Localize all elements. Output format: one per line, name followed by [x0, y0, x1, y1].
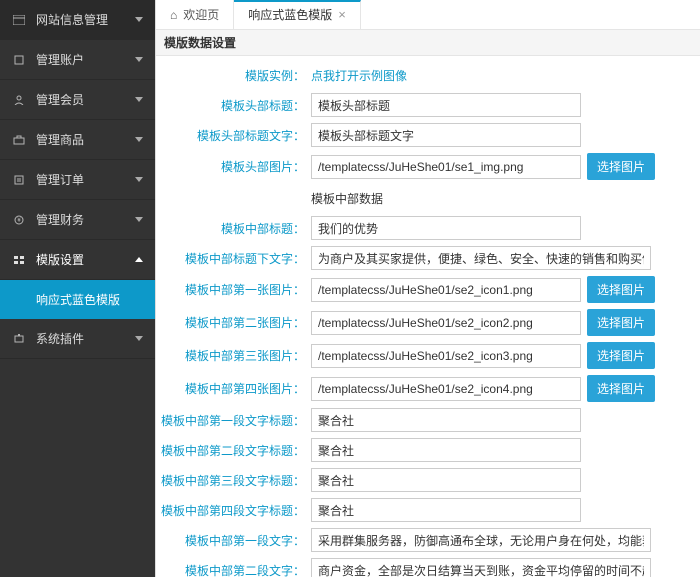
input-mid-t1[interactable] [311, 408, 581, 432]
order-icon [12, 175, 26, 185]
input-mid-img1[interactable] [311, 278, 581, 302]
input-mid-t4[interactable] [311, 498, 581, 522]
label-header-img: 模板头部图片： [156, 158, 311, 175]
input-mid-img4[interactable] [311, 377, 581, 401]
label-mid-t1: 模板中部第一段文字标题： [156, 412, 311, 429]
menu-label: 管理财务 [36, 211, 135, 228]
sidebar-subitem-responsive-blue[interactable]: 响应式蓝色模版 [0, 280, 155, 319]
label-mid-t4: 模板中部第四段文字标题： [156, 502, 311, 519]
site-icon [12, 15, 26, 25]
chevron-up-icon [135, 257, 143, 262]
input-header-title[interactable] [311, 93, 581, 117]
menu-label: 管理商品 [36, 131, 135, 148]
sidebar-item-finance[interactable]: ¥ 管理财务 [0, 200, 155, 240]
menu-label: 模版设置 [36, 251, 135, 268]
close-icon[interactable]: × [338, 8, 346, 21]
tab-welcome[interactable]: ⌂ 欢迎页 [156, 0, 234, 29]
sidebar-item-members[interactable]: 管理会员 [0, 80, 155, 120]
input-mid-title[interactable] [311, 216, 581, 240]
chevron-down-icon [135, 217, 143, 222]
account-icon [12, 55, 26, 65]
input-header-sub[interactable] [311, 123, 581, 147]
tab-label: 欢迎页 [183, 6, 219, 23]
label-mid-img2: 模板中部第二张图片： [156, 314, 311, 331]
btn-select-mid-img4[interactable]: 选择图片 [587, 375, 655, 402]
sidebar: 网站信息管理 管理账户 管理会员 管理商品 管理订单 ¥ 管理财务 [0, 0, 155, 577]
sidebar-item-orders[interactable]: 管理订单 [0, 160, 155, 200]
sidebar-item-products[interactable]: 管理商品 [0, 120, 155, 160]
form-area: 模版实例： 点我打开示例图像 模板头部标题： 模板头部标题文字： 模板头部图片：… [156, 56, 700, 577]
label-mid-p1: 模板中部第一段文字： [156, 532, 311, 549]
plugin-icon [12, 334, 26, 344]
product-icon [12, 135, 26, 145]
menu-label: 系统插件 [36, 330, 135, 347]
label-mid-img1: 模板中部第一张图片： [156, 281, 311, 298]
btn-select-mid-img3[interactable]: 选择图片 [587, 342, 655, 369]
input-mid-img3[interactable] [311, 344, 581, 368]
btn-select-header-img[interactable]: 选择图片 [587, 153, 655, 180]
label-mid-title-sub: 模板中部标题下文字： [156, 250, 311, 267]
sidebar-item-site-info[interactable]: 网站信息管理 [0, 0, 155, 40]
label-mid-title: 模板中部标题： [156, 220, 311, 237]
menu-label: 管理账户 [36, 51, 135, 68]
tab-label: 响应式蓝色模版 [248, 6, 332, 23]
btn-select-mid-img1[interactable]: 选择图片 [587, 276, 655, 303]
label-mid-t3: 模板中部第三段文字标题： [156, 472, 311, 489]
input-mid-t3[interactable] [311, 468, 581, 492]
input-mid-p1[interactable] [311, 528, 651, 552]
mid-section-label: 模板中部数据 [311, 190, 383, 207]
chevron-down-icon [135, 57, 143, 62]
input-mid-title-sub[interactable] [311, 246, 651, 270]
tab-bar: ⌂ 欢迎页 响应式蓝色模版 × [156, 0, 700, 30]
home-icon: ⌂ [170, 8, 177, 22]
chevron-down-icon [135, 177, 143, 182]
input-mid-t2[interactable] [311, 438, 581, 462]
main-content: ⌂ 欢迎页 响应式蓝色模版 × 模版数据设置 模版实例： 点我打开示例图像 模板… [155, 0, 700, 577]
menu-label: 管理订单 [36, 171, 135, 188]
finance-icon: ¥ [12, 215, 26, 225]
label-mid-t2: 模板中部第二段文字标题： [156, 442, 311, 459]
chevron-down-icon [135, 137, 143, 142]
link-open-example[interactable]: 点我打开示例图像 [311, 67, 407, 84]
sidebar-item-plugins[interactable]: 系统插件 [0, 319, 155, 359]
chevron-down-icon [135, 336, 143, 341]
chevron-down-icon [135, 17, 143, 22]
btn-select-mid-img2[interactable]: 选择图片 [587, 309, 655, 336]
input-mid-img2[interactable] [311, 311, 581, 335]
label-mid-img3: 模板中部第三张图片： [156, 347, 311, 364]
label-mid-img4: 模板中部第四张图片： [156, 380, 311, 397]
tab-template[interactable]: 响应式蓝色模版 × [234, 0, 361, 29]
label-header-title: 模板头部标题： [156, 97, 311, 114]
label-example: 模版实例： [156, 67, 311, 84]
sidebar-item-templates[interactable]: 模版设置 [0, 240, 155, 280]
label-mid-p2: 模板中部第二段文字： [156, 562, 311, 577]
menu-label: 管理会员 [36, 91, 135, 108]
input-mid-p2[interactable] [311, 558, 651, 577]
input-header-img[interactable] [311, 155, 581, 179]
chevron-down-icon [135, 97, 143, 102]
sidebar-item-accounts[interactable]: 管理账户 [0, 40, 155, 80]
template-icon [12, 255, 26, 265]
member-icon [12, 95, 26, 105]
label-header-sub: 模板头部标题文字： [156, 127, 311, 144]
panel-title: 模版数据设置 [156, 30, 700, 56]
menu-label: 网站信息管理 [36, 11, 135, 28]
